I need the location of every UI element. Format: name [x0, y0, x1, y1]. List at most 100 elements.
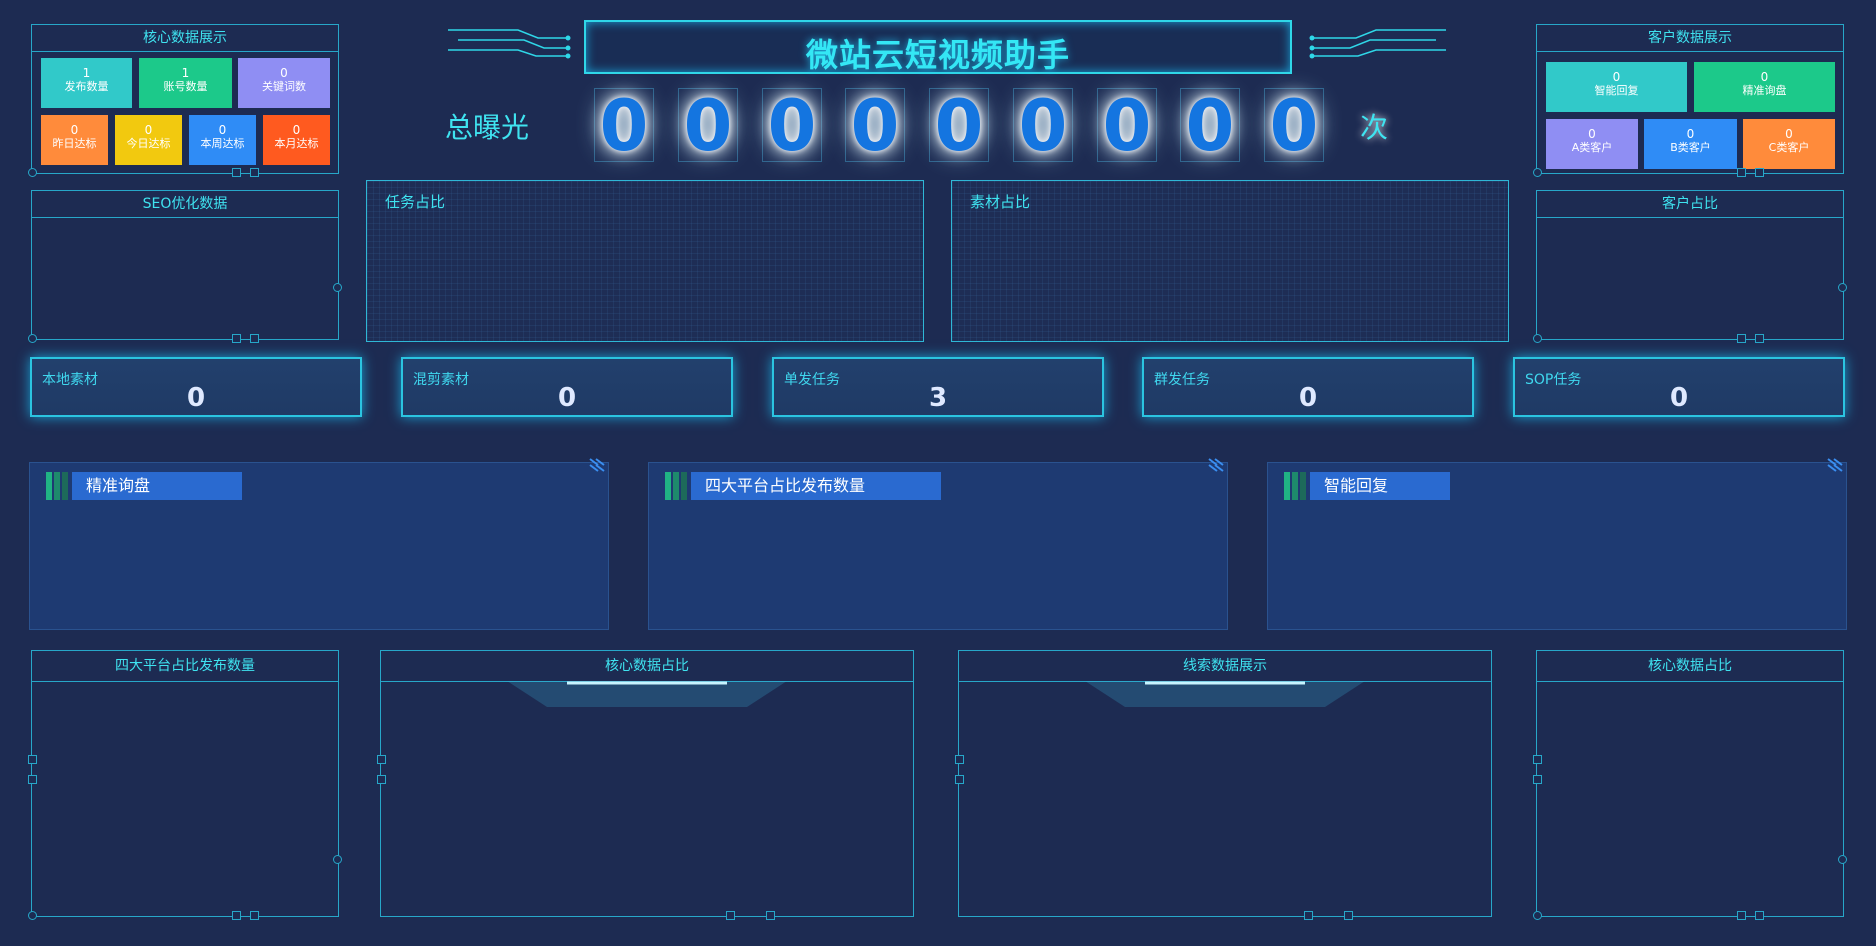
bottom-lead-panel: 线索数据展示	[955, 650, 1492, 920]
chevron-right-icon	[1208, 458, 1224, 472]
tab-marker	[1284, 472, 1310, 500]
bottom-core-ratio-title-2: 核心数据占比	[1537, 651, 1843, 682]
stat-value: 0	[557, 383, 577, 413]
precise-inquiry-tab[interactable]: 精准询盘	[72, 472, 242, 500]
smart-reply-tab[interactable]: 智能回复	[1310, 472, 1450, 500]
material-ratio-title: 素材占比	[970, 193, 1031, 211]
frame-square	[1533, 775, 1542, 784]
frame-square	[1755, 334, 1764, 343]
tile-keyword-count[interactable]: 0 关键词数	[238, 58, 330, 108]
stat-value: 0	[186, 383, 206, 413]
frame-square	[1737, 911, 1746, 920]
frame-square	[377, 775, 386, 784]
frame-dot	[333, 283, 342, 292]
frame-square	[1737, 168, 1746, 177]
frame-square	[28, 755, 37, 764]
seo-panel-title: SEO优化数据	[32, 191, 338, 218]
app-title: 微站云短视频助手	[805, 36, 1070, 74]
smart-reply-panel: 智能回复	[1267, 458, 1847, 630]
frame-square	[726, 911, 735, 920]
tile-yesterday[interactable]: 0 昨日达标	[41, 115, 108, 165]
exposure-digit: 0	[594, 88, 654, 163]
tile-this-month[interactable]: 0 本月达标	[263, 115, 330, 165]
exposure-digit: 0	[1264, 88, 1324, 163]
seo-panel: SEO优化数据	[28, 190, 342, 343]
bottom-platform-title: 四大平台占比发布数量	[32, 651, 338, 682]
frame-dot	[1533, 168, 1542, 177]
customer-data-title: 客户数据展示	[1537, 25, 1843, 52]
core-data-title: 核心数据展示	[32, 25, 338, 52]
frame-square	[1533, 755, 1542, 764]
frame-square	[232, 334, 241, 343]
platform-ratio-panel: 四大平台占比发布数量	[648, 458, 1228, 630]
platform-ratio-tab[interactable]: 四大平台占比发布数量	[691, 472, 941, 500]
frame-dot	[28, 334, 37, 343]
core-data-panel: 核心数据展示 1 发布数量 1 账号数量 0 关键词数 0 昨日达标 0 今日达标 0 本周…	[28, 24, 339, 177]
frame-square	[1737, 334, 1746, 343]
tile-precise-inquiry[interactable]: 0 精准询盘	[1694, 62, 1835, 112]
frame-square	[1755, 911, 1764, 920]
frame-dot	[1533, 334, 1542, 343]
frame-square	[955, 755, 964, 764]
material-ratio-chart: 素材占比	[951, 180, 1509, 342]
frame-dot	[1838, 283, 1847, 292]
tile-smart-reply[interactable]: 0 智能回复	[1546, 62, 1687, 112]
frame-dot	[28, 911, 37, 920]
tile-publish-count[interactable]: 1 发布数量	[41, 58, 132, 108]
title-left-lines	[448, 29, 571, 59]
bottom-core-ratio-panel: 核心数据占比	[377, 650, 914, 920]
exposure-digit: 0	[1180, 88, 1240, 163]
frame-square	[1755, 168, 1764, 177]
stat-sop-task[interactable]: SOP任务 0	[1513, 357, 1845, 417]
task-ratio-title: 任务占比	[385, 193, 446, 211]
stat-group-task[interactable]: 群发任务 0	[1142, 357, 1474, 417]
glow-bar	[1085, 681, 1365, 707]
stat-value: 0	[1669, 383, 1689, 413]
tile-a-customers[interactable]: 0 A类客户	[1546, 119, 1638, 169]
bottom-core-ratio-panel-2: 核心数据占比	[1533, 650, 1847, 920]
frame-square	[377, 755, 386, 764]
bottom-core-ratio-title: 核心数据占比	[381, 651, 913, 682]
bottom-platform-panel: 四大平台占比发布数量	[28, 650, 342, 920]
stat-local-material[interactable]: 本地素材 0	[30, 357, 362, 417]
tab-marker	[665, 472, 691, 500]
frame-square	[232, 168, 241, 177]
tile-account-count[interactable]: 1 账号数量	[139, 58, 232, 108]
tile-this-week[interactable]: 0 本周达标	[189, 115, 256, 165]
frame-square	[250, 334, 259, 343]
frame-square	[955, 775, 964, 784]
app-title-frame: 微站云短视频助手	[584, 20, 1292, 74]
frame-dot	[333, 855, 342, 864]
tile-b-customers[interactable]: 0 B类客户	[1644, 119, 1737, 169]
chevron-right-icon	[589, 458, 605, 472]
exposure-digit: 0	[1013, 88, 1073, 163]
frame-square	[250, 168, 259, 177]
chevron-right-icon	[1827, 458, 1843, 472]
frame-square	[1344, 911, 1353, 920]
stat-value: 3	[928, 383, 948, 413]
exposure-digit: 0	[845, 88, 905, 163]
tile-c-customers[interactable]: 0 C类客户	[1743, 119, 1835, 169]
frame-dot	[1533, 911, 1542, 920]
frame-square	[232, 911, 241, 920]
glow-bar	[507, 681, 787, 707]
exposure-label: 总曝光	[445, 111, 530, 144]
bottom-lead-title: 线索数据展示	[959, 651, 1491, 682]
frame-dot	[28, 168, 37, 177]
customer-ratio-panel: 客户占比	[1533, 190, 1847, 343]
exposure-digit: 0	[678, 88, 738, 163]
precise-inquiry-panel: 精准询盘	[29, 458, 609, 630]
frame-square	[766, 911, 775, 920]
frame-square	[250, 911, 259, 920]
customer-data-panel: 客户数据展示 0 智能回复 0 精准询盘 0 A类客户 0 B类客户 0 C类客户	[1533, 24, 1844, 177]
title-right-lines	[1309, 29, 1446, 59]
exposure-digit: 0	[762, 88, 822, 163]
tab-marker	[46, 472, 72, 500]
exposure-digit: 0	[1097, 88, 1157, 163]
tile-today[interactable]: 0 今日达标	[115, 115, 182, 165]
stat-mixed-material[interactable]: 混剪素材 0	[401, 357, 733, 417]
frame-square	[28, 775, 37, 784]
stat-single-task[interactable]: 单发任务 3	[772, 357, 1104, 417]
frame-square	[1304, 911, 1313, 920]
exposure-unit: 次	[1360, 111, 1389, 144]
